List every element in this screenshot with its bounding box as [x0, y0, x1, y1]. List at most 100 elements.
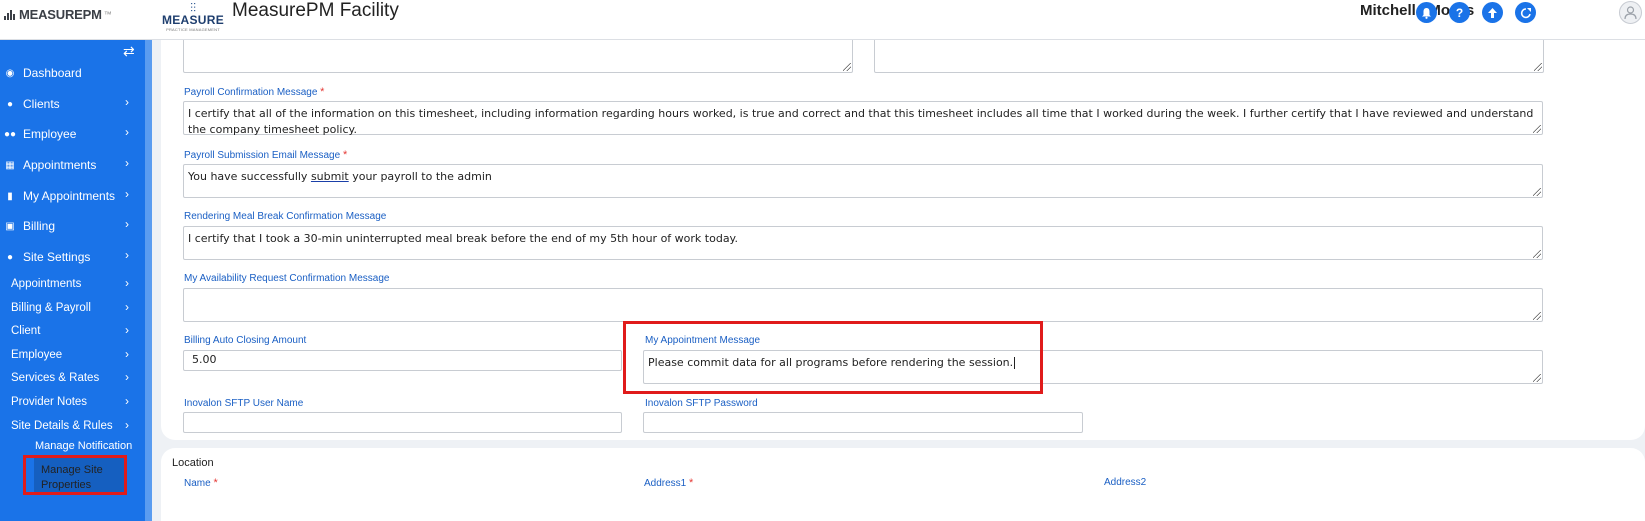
inovalon-password-input[interactable]	[643, 412, 1083, 433]
user-icon: ●	[6, 98, 14, 110]
sidebar-subitem-services-rates[interactable]: Services & Rates ›	[11, 370, 129, 384]
chevron-right-icon: ›	[125, 394, 129, 408]
sidebar-scrollbar[interactable]	[145, 40, 152, 521]
practice-logo-sub: PRACTICE MANAGEMENT	[166, 27, 220, 32]
sidebar-subitem-provider-notes[interactable]: Provider Notes ›	[11, 394, 129, 408]
payroll-confirmation-label: Payroll Confirmation Message *	[184, 86, 324, 98]
input-value: 5.00	[192, 353, 217, 366]
sidebar: ⇄ ◉ Dashboard ● Clients › ●● Employee › …	[0, 40, 152, 521]
resize-grip-icon	[1533, 125, 1541, 133]
textarea-value: I certify that all of the information on…	[188, 107, 1534, 136]
sidebar-item-label: Employee	[23, 127, 77, 141]
practice-logo-word: MEASURE	[161, 13, 225, 27]
chevron-right-icon: ›	[125, 347, 129, 361]
sidebar-item-label: Appointments	[23, 158, 97, 172]
inovalon-password-label: Inovalon SFTP Password	[645, 398, 758, 409]
chevron-right-icon: ›	[125, 95, 129, 109]
user-avatar-icon[interactable]	[1619, 1, 1642, 24]
sidebar-subitem-label: Services & Rates	[11, 372, 100, 384]
required-mark: *	[689, 477, 694, 489]
billing-auto-closing-input[interactable]: 5.00	[183, 350, 622, 371]
label-text: Payroll Submission Email Message	[184, 150, 341, 161]
textarea-previous-left[interactable]	[183, 38, 853, 73]
sidebar-subitem-appointments[interactable]: Appointments ›	[11, 276, 129, 290]
sidebar-item-label: Clients	[23, 97, 60, 111]
resize-grip-icon	[1534, 63, 1542, 71]
money-icon: ▣	[5, 220, 15, 232]
textarea-previous-right[interactable]	[874, 38, 1544, 73]
location-address1-label: Address1 *	[644, 477, 693, 489]
location-address2-label: Address2	[1104, 477, 1147, 488]
top-header: MEASUREPM ™ ⫶⫶ MEASURE PRACTICE MANAGEMEN…	[0, 0, 1645, 40]
users-icon: ●●	[3, 128, 17, 140]
resize-grip-icon	[1533, 312, 1541, 320]
sidebar-item-label: Billing	[23, 219, 56, 233]
required-mark: *	[342, 149, 348, 161]
calendar-icon: ▦	[5, 159, 15, 171]
chevron-right-icon: ›	[125, 156, 129, 170]
app-title: MeasurePM Facility	[232, 0, 399, 21]
sidebar-item-label: Site Settings	[23, 250, 91, 264]
upload-icon[interactable]	[1482, 2, 1503, 23]
sidebar-item-site-settings[interactable]: ● Site Settings ›	[0, 245, 145, 269]
sidebar-subitem-employee[interactable]: Employee ›	[11, 347, 129, 361]
availability-label: My Availability Request Confirmation Mes…	[184, 273, 390, 284]
sidebar-subitem-client[interactable]: Client ›	[11, 323, 129, 337]
help-icon[interactable]: ?	[1449, 2, 1470, 23]
logo-text: MEASUREPM	[19, 7, 102, 22]
textarea-value: I certify that I took a 30-min uninterru…	[188, 232, 738, 245]
logo-trademark: ™	[103, 10, 112, 19]
chevron-right-icon: ›	[125, 370, 129, 384]
chevron-down-icon: ›	[125, 248, 129, 262]
label-text: Address1	[644, 478, 687, 489]
required-mark: *	[213, 477, 218, 489]
label-text: Payroll Confirmation Message	[184, 87, 318, 98]
resize-grip-icon	[843, 63, 851, 71]
sidebar-item-my-appointments[interactable]: ▮ My Appointments ›	[0, 184, 145, 208]
location-card	[161, 448, 1645, 521]
spellcheck-underlined-word: submit	[310, 170, 349, 183]
sidebar-subitem-label: Employee	[11, 349, 63, 361]
chevron-down-icon: ›	[125, 418, 129, 432]
billing-auto-closing-label: Billing Auto Closing Amount	[184, 335, 307, 346]
textarea-value-part: your payroll to the admin	[348, 170, 492, 183]
payroll-submission-textarea[interactable]: You have successfully submit your payrol…	[183, 164, 1543, 198]
payroll-confirmation-textarea[interactable]: I certify that all of the information on…	[183, 101, 1543, 136]
sidebar-subitem-label: Billing & Payroll	[11, 302, 91, 314]
sidebar-toggle-icon[interactable]: ⇄	[123, 43, 135, 60]
resize-grip-icon	[1533, 250, 1541, 258]
location-name-label: Name *	[184, 477, 218, 489]
sidebar-item-dashboard[interactable]: ◉ Dashboard	[0, 61, 145, 85]
sidebar-item-billing[interactable]: ▣ Billing ›	[0, 214, 145, 238]
required-mark: *	[320, 86, 325, 98]
payroll-submission-label: Payroll Submission Email Message *	[184, 149, 347, 161]
sidebar-subitem-billing-payroll[interactable]: Billing & Payroll ›	[11, 300, 129, 314]
sidebar-link-manage-notification[interactable]: Manage Notification	[35, 440, 132, 452]
sidebar-item-label: My Appointments	[23, 189, 116, 203]
sidebar-subitem-label: Provider Notes	[11, 396, 88, 408]
measurepm-logo[interactable]: MEASUREPM ™	[4, 7, 112, 22]
practice-logo: ⫶⫶ MEASURE PRACTICE MANAGEMENT	[160, 2, 226, 36]
highlight-box-my-appointment-message	[623, 321, 1043, 394]
sidebar-subitem-label: Client	[11, 325, 41, 337]
availability-textarea[interactable]	[183, 288, 1543, 322]
sidebar-item-clients[interactable]: ● Clients ›	[0, 92, 145, 116]
sidebar-item-appointments[interactable]: ▦ Appointments ›	[0, 153, 145, 177]
inovalon-user-input[interactable]	[183, 412, 622, 433]
bell-icon[interactable]	[1416, 2, 1437, 23]
meal-break-textarea[interactable]: I certify that I took a 30-min uninterru…	[183, 226, 1543, 260]
chevron-right-icon: ›	[125, 323, 129, 337]
chevron-right-icon: ›	[125, 300, 129, 314]
sidebar-subitem-site-details-rules[interactable]: Site Details & Rules ›	[11, 418, 129, 432]
resize-grip-icon	[1533, 188, 1541, 196]
sidebar-subitem-label: Appointments	[11, 278, 82, 290]
logout-icon[interactable]	[1515, 2, 1536, 23]
sidebar-item-label: Dashboard	[23, 66, 82, 80]
textarea-value-part: You have successfully	[188, 170, 311, 183]
dashboard-icon: ◉	[5, 67, 15, 79]
sidebar-item-employee[interactable]: ●● Employee ›	[0, 122, 145, 146]
meal-break-label: Rendering Meal Break Confirmation Messag…	[184, 211, 387, 222]
label-text: Name	[184, 478, 211, 489]
chevron-right-icon: ›	[125, 187, 129, 201]
logo-bars-icon	[4, 9, 15, 20]
